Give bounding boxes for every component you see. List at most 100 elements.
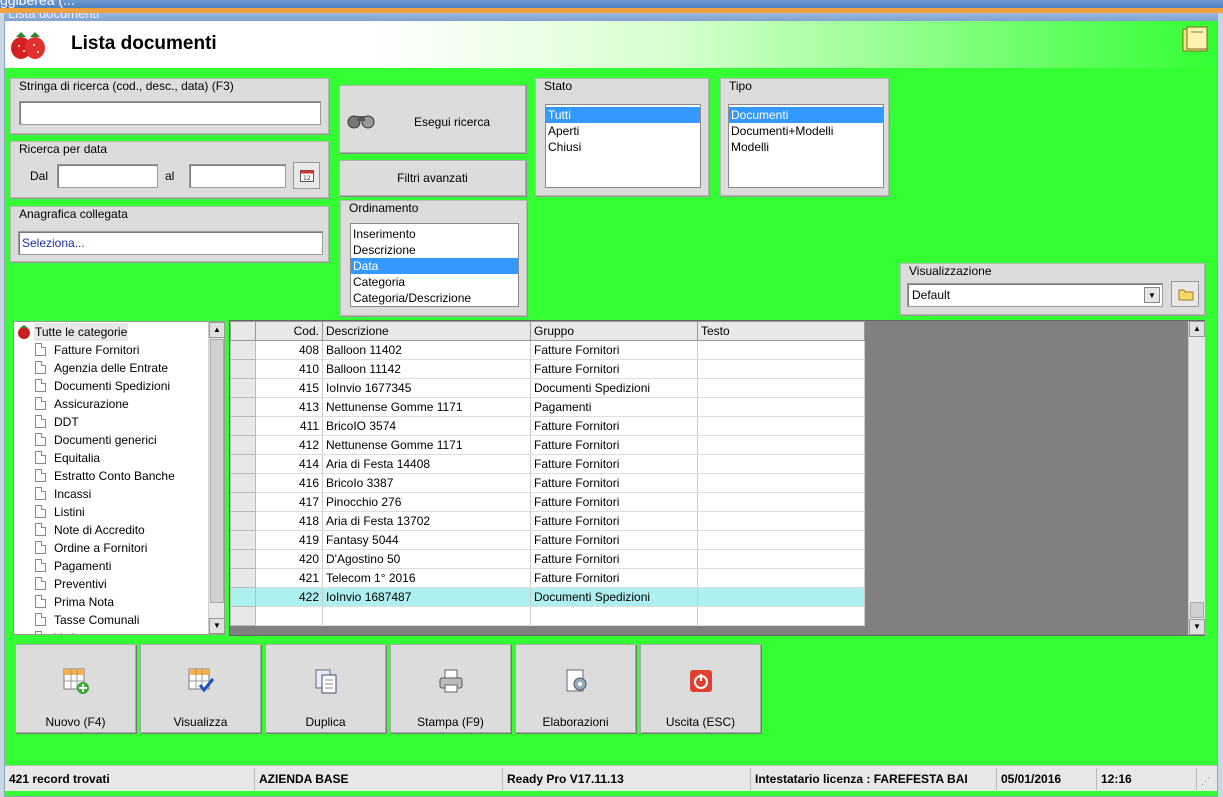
table-row[interactable]: 408 Balloon 11402 Fatture Fornitori <box>230 340 865 360</box>
cell-code[interactable]: 410 <box>255 359 323 379</box>
row-indicator[interactable] <box>230 473 256 493</box>
cell-code[interactable]: 413 <box>255 397 323 417</box>
table-row[interactable]: 414 Aria di Festa 14408 Fatture Fornitori <box>230 454 865 474</box>
state-listbox[interactable]: Tutti Aperti Chiusi <box>545 104 701 188</box>
date-from-input[interactable] <box>57 164 158 188</box>
cell-description[interactable]: D'Agostino 50 <box>322 549 531 569</box>
table-row[interactable]: 420 D'Agostino 50 Fatture Fornitori <box>230 549 865 569</box>
cell-group[interactable]: Fatture Fornitori <box>530 416 698 436</box>
calendar-button[interactable]: 12 <box>293 162 320 189</box>
cell-text[interactable] <box>697 568 865 588</box>
scroll-thumb[interactable] <box>1190 602 1204 618</box>
cell-description[interactable]: Pinocchio 276 <box>322 492 531 512</box>
print-button[interactable]: Stampa (F9) <box>390 644 511 733</box>
cell-group[interactable]: Fatture Fornitori <box>530 473 698 493</box>
cell-code[interactable] <box>255 606 323 626</box>
cell-code[interactable]: 408 <box>255 340 323 360</box>
cell-text[interactable] <box>697 378 865 398</box>
table-row[interactable] <box>230 606 865 626</box>
cell-code[interactable]: 422 <box>255 587 323 607</box>
cell-group[interactable]: Fatture Fornitori <box>530 549 698 569</box>
cell-text[interactable] <box>697 435 865 455</box>
cell-description[interactable]: Nettunense Gomme 1171 <box>322 435 531 455</box>
row-indicator[interactable] <box>230 549 256 569</box>
new-button[interactable]: Nuovo (F4) <box>15 644 136 733</box>
cell-description[interactable]: Aria di Festa 13702 <box>322 511 531 531</box>
type-listbox[interactable]: Documenti Documenti+Modelli Modelli <box>728 104 884 188</box>
row-indicator[interactable] <box>230 416 256 436</box>
cell-group[interactable]: Documenti Spedizioni <box>530 378 698 398</box>
cell-description[interactable]: Balloon 11142 <box>322 359 531 379</box>
ordering-option[interactable]: Inserimento <box>351 226 518 242</box>
cell-description[interactable]: Aria di Festa 14408 <box>322 454 531 474</box>
cell-group[interactable]: Fatture Fornitori <box>530 435 698 455</box>
state-option[interactable]: Chiusi <box>546 139 700 155</box>
advanced-filters-button[interactable]: Filtri avanzati <box>339 160 526 196</box>
row-indicator[interactable] <box>230 492 256 512</box>
cell-text[interactable] <box>697 511 865 531</box>
table-row[interactable]: 415 IoInvio 1677345 Documenti Spedizioni <box>230 378 865 398</box>
table-row[interactable]: 421 Telecom 1° 2016 Fatture Fornitori <box>230 568 865 588</box>
cell-code[interactable]: 419 <box>255 530 323 550</box>
duplicate-button[interactable]: Duplica <box>265 644 386 733</box>
cell-description[interactable]: BricoIo 3387 <box>322 473 531 493</box>
cell-text[interactable] <box>697 359 865 379</box>
row-indicator[interactable] <box>230 359 256 379</box>
scroll-up-icon[interactable]: ▲ <box>209 322 224 338</box>
table-row[interactable]: 411 BricoIO 3574 Fatture Fornitori <box>230 416 865 436</box>
row-indicator[interactable] <box>230 606 256 626</box>
type-option[interactable]: Modelli <box>729 139 883 155</box>
cell-code[interactable]: 411 <box>255 416 323 436</box>
row-indicator[interactable] <box>230 454 256 474</box>
cell-text[interactable] <box>697 340 865 360</box>
table-row[interactable]: 422 IoInvio 1687487 Documenti Spedizioni <box>230 587 865 607</box>
ordering-option-selected[interactable]: Data <box>351 258 518 274</box>
state-option-selected[interactable]: Tutti <box>546 107 700 123</box>
cell-description[interactable]: Telecom 1° 2016 <box>322 568 531 588</box>
cell-description[interactable]: Balloon 11402 <box>322 340 531 360</box>
row-indicator[interactable] <box>230 511 256 531</box>
chevron-down-icon[interactable]: ▼ <box>1144 287 1160 303</box>
book-icon[interactable] <box>1180 26 1212 54</box>
linked-registry-select[interactable]: Seleziona... <box>18 231 323 255</box>
table-row[interactable]: 413 Nettunense Gomme 1171 Pagamenti <box>230 397 865 417</box>
tree-scrollbar[interactable]: ▲ ▼ <box>208 322 224 634</box>
cell-group[interactable]: Documenti Spedizioni <box>530 587 698 607</box>
column-header-description[interactable]: Descrizione <box>322 321 531 341</box>
cell-description[interactable] <box>322 606 531 626</box>
table-row[interactable]: 418 Aria di Festa 13702 Fatture Fornitori <box>230 511 865 531</box>
cell-description[interactable]: Nettunense Gomme 1171 <box>322 397 531 417</box>
cell-text[interactable] <box>697 454 865 474</box>
cell-text[interactable] <box>697 416 865 436</box>
ordering-option[interactable]: Categoria <box>351 274 518 290</box>
cell-code[interactable]: 416 <box>255 473 323 493</box>
cell-code[interactable]: 414 <box>255 454 323 474</box>
run-search-button[interactable]: Esegui ricerca <box>339 85 526 153</box>
cell-group[interactable]: Fatture Fornitori <box>530 568 698 588</box>
view-select[interactable]: Default ▼ <box>907 283 1163 307</box>
scroll-thumb[interactable] <box>210 339 224 603</box>
state-option[interactable]: Aperti <box>546 123 700 139</box>
row-indicator[interactable] <box>230 397 256 417</box>
category-tree[interactable]: Tutte le categorie Fatture Fornitori Agen… <box>13 321 225 635</box>
cell-description[interactable]: IoInvio 1677345 <box>322 378 531 398</box>
documents-grid[interactable]: Cod. Descrizione Gruppo Testo 408 Balloon… <box>229 320 1205 636</box>
cell-group[interactable]: Fatture Fornitori <box>530 340 698 360</box>
cell-description[interactable]: IoInvio 1687487 <box>322 587 531 607</box>
cell-code[interactable]: 417 <box>255 492 323 512</box>
table-row[interactable]: 416 BricoIo 3387 Fatture Fornitori <box>230 473 865 493</box>
column-header-code[interactable]: Cod. <box>255 321 323 341</box>
table-row[interactable]: 417 Pinocchio 276 Fatture Fornitori <box>230 492 865 512</box>
view-folder-button[interactable] <box>1171 281 1199 307</box>
ordering-option[interactable]: Categoria/Descrizione <box>351 290 518 306</box>
cell-code[interactable]: 420 <box>255 549 323 569</box>
scroll-down-icon[interactable]: ▼ <box>1189 619 1205 635</box>
resize-grip-icon[interactable]: ⋰ <box>1201 776 1213 788</box>
grid-scrollbar[interactable]: ▲ ▼ <box>1188 321 1205 635</box>
cell-group[interactable]: Fatture Fornitori <box>530 511 698 531</box>
view-button[interactable]: Visualizza <box>140 644 261 733</box>
cell-group[interactable]: Fatture Fornitori <box>530 530 698 550</box>
row-indicator[interactable] <box>230 568 256 588</box>
exit-button[interactable]: Uscita (ESC) <box>640 644 761 733</box>
scroll-up-icon[interactable]: ▲ <box>1189 321 1205 337</box>
